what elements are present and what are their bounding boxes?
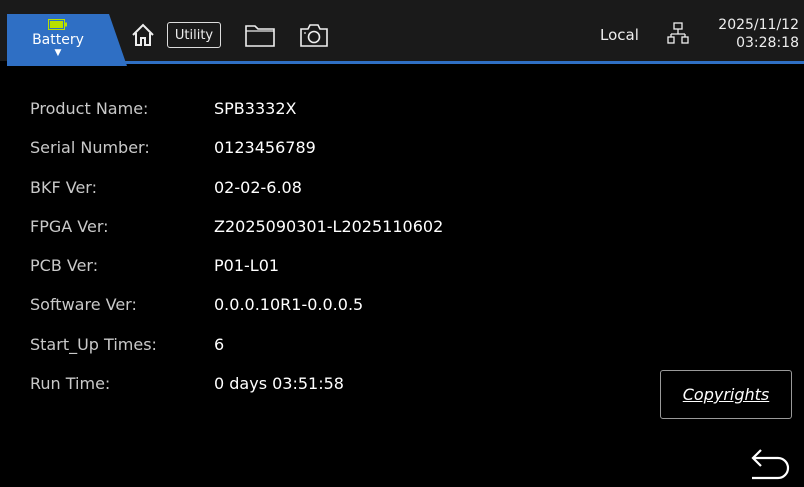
network-icon (667, 22, 689, 44)
info-label: Serial Number: (30, 138, 150, 158)
battery-icon (48, 19, 67, 30)
back-arrow-icon[interactable] (744, 447, 792, 481)
info-label: Run Time: (30, 374, 111, 394)
info-row: Software Ver: 0.0.0.10R1-0.0.0.5 (30, 295, 443, 334)
date: 2025/11/12 (718, 17, 799, 33)
time: 03:28:18 (736, 35, 799, 51)
info-value: 02-02-6.08 (214, 177, 302, 197)
info-row: PCB Ver: P01-L01 (30, 256, 443, 295)
copyrights-button[interactable]: Copyrights (660, 370, 792, 419)
battery-label: Battery (32, 32, 84, 48)
system-info: Product Name: SPB3332X Serial Number: 0123… (30, 99, 443, 413)
info-value: P01-L01 (214, 256, 280, 276)
battery-tab[interactable]: Battery ▼ (7, 14, 109, 66)
camera-icon[interactable] (298, 22, 330, 48)
info-label: Product Name: (30, 99, 149, 118)
accent-line (124, 61, 804, 64)
folder-icon[interactable] (244, 22, 276, 48)
info-row: Product Name: SPB3332X (30, 99, 443, 138)
info-value: 0123456789 (214, 138, 316, 158)
caret-down-icon: ▼ (54, 48, 62, 58)
info-label: BKF Ver: (30, 177, 97, 197)
info-value: 0.0.0.10R1-0.0.0.5 (214, 295, 364, 315)
info-row: BKF Ver: 02-02-6.08 (30, 178, 443, 217)
mode-label: Local (600, 26, 639, 44)
info-label: Start_Up Times: (30, 334, 157, 354)
info-label: PCB Ver: (30, 256, 99, 276)
datetime: 2025/11/12 03:28:18 (718, 16, 799, 52)
info-label: FPGA Ver: (30, 216, 109, 236)
info-row: Serial Number: 0123456789 (30, 138, 443, 177)
battery-tab-edge (109, 14, 127, 66)
info-row: Run Time: 0 days 03:51:58 (30, 374, 443, 413)
info-value: 6 (214, 334, 225, 354)
info-value: SPB3332X (214, 99, 297, 118)
info-label: Software Ver: (30, 295, 137, 315)
info-row: FPGA Ver: Z2025090301-L2025110602 (30, 217, 443, 256)
home-icon[interactable] (130, 22, 156, 48)
info-value: Z2025090301-L2025110602 (214, 216, 444, 236)
info-value: 0 days 03:51:58 (214, 374, 344, 394)
utility-button[interactable]: Utility (167, 22, 221, 48)
info-row: Start_Up Times: 6 (30, 335, 443, 374)
